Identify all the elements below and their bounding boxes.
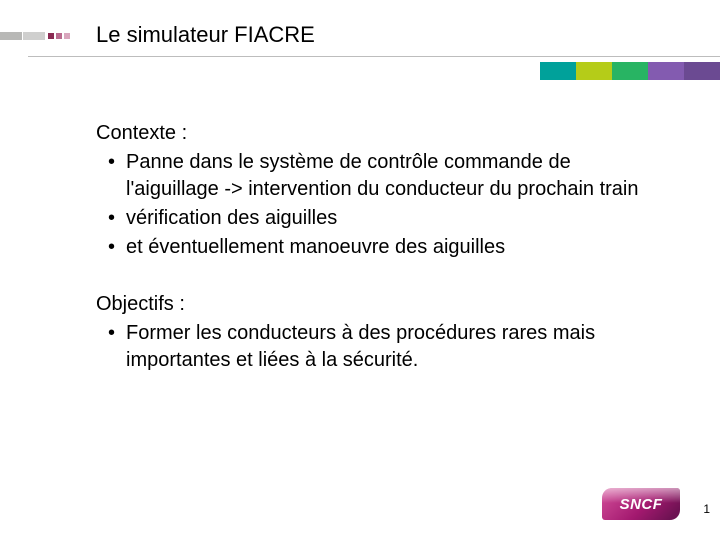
header-accent-marks <box>0 32 75 40</box>
context-bullets: Panne dans le système de contrôle comman… <box>96 149 656 261</box>
list-item: vérification des aiguilles <box>96 205 656 232</box>
page-number: 1 <box>703 502 710 516</box>
slide-body: Contexte : Panne dans le système de cont… <box>96 120 656 404</box>
list-item: Former les conducteurs à des procédures … <box>96 320 656 374</box>
objectives-bullets: Former les conducteurs à des procédures … <box>96 320 656 374</box>
list-item: et éventuellement manoeuvre des aiguille… <box>96 234 656 261</box>
brand-color-strip <box>540 62 720 80</box>
title-underline <box>0 56 720 57</box>
context-heading: Contexte : <box>96 120 656 147</box>
sncf-logo-text: SNCF <box>602 488 680 520</box>
objectives-heading: Objectifs : <box>96 291 656 318</box>
list-item: Panne dans le système de contrôle comman… <box>96 149 656 203</box>
sncf-logo: SNCF <box>602 488 680 520</box>
page-title: Le simulateur FIACRE <box>96 22 315 48</box>
